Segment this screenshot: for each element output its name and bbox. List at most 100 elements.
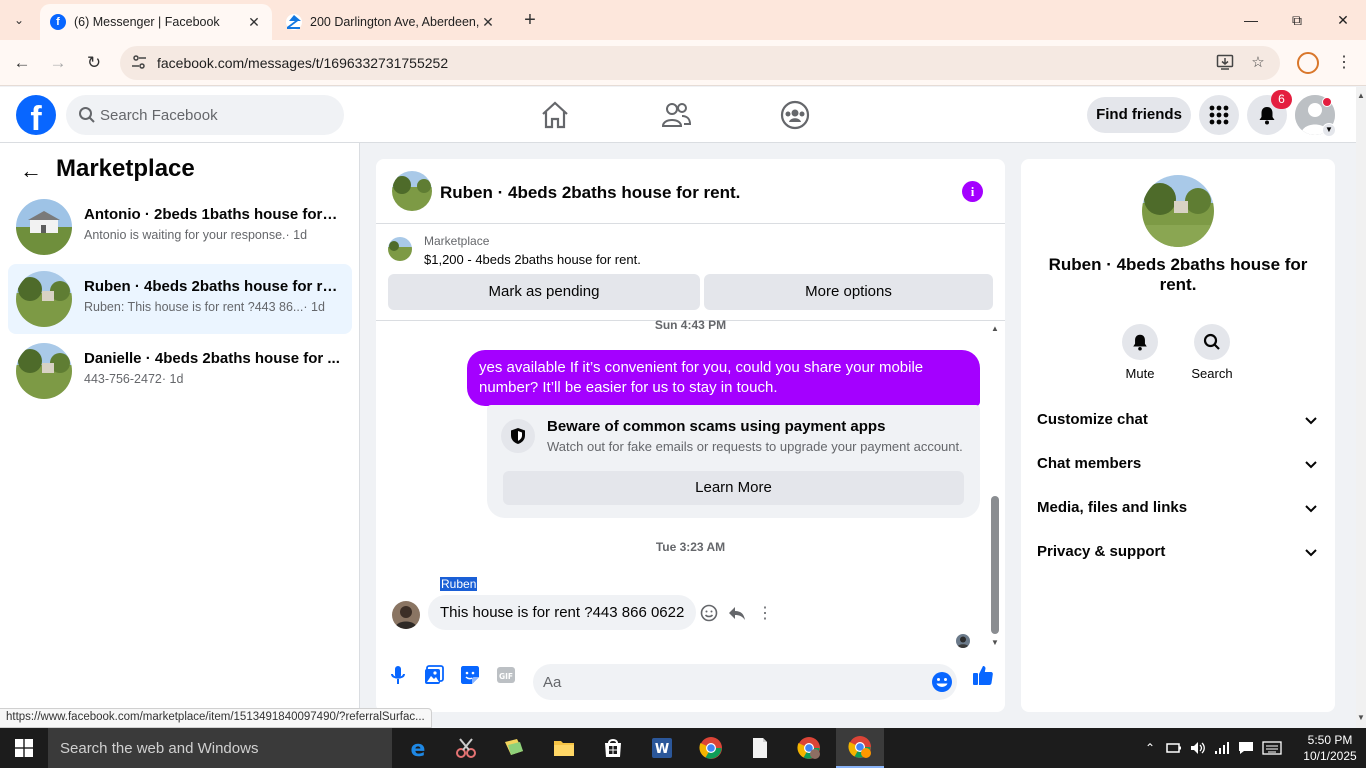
- close-tab-icon[interactable]: ✕: [246, 14, 262, 31]
- edge-icon[interactable]: e: [394, 728, 442, 768]
- page-scrollbar[interactable]: ▲ ▼: [1356, 87, 1366, 728]
- windows-start-icon[interactable]: [0, 728, 48, 768]
- bell-icon: [1122, 324, 1158, 360]
- action-center-icon[interactable]: [1236, 738, 1256, 758]
- scam-warning-card: Beware of common scams using payment app…: [487, 405, 980, 518]
- more-options-button[interactable]: More options: [704, 274, 993, 310]
- chat-avatar[interactable]: [392, 171, 432, 211]
- new-tab-button[interactable]: +: [518, 9, 542, 31]
- scroll-up-arrow-icon[interactable]: ▲: [989, 324, 1001, 334]
- tab-messenger[interactable]: f (6) Messenger | Facebook ✕: [40, 4, 272, 40]
- taskbar-search-input[interactable]: [60, 728, 380, 768]
- find-friends-button[interactable]: Find friends: [1087, 97, 1191, 133]
- reload-button[interactable]: ↻: [82, 51, 106, 75]
- sticker-icon[interactable]: [458, 663, 482, 687]
- menu-grid-button[interactable]: [1199, 95, 1239, 135]
- microphone-icon[interactable]: [386, 663, 410, 687]
- scroll-down-arrow-icon[interactable]: ▼: [1357, 713, 1365, 722]
- snipping-tool-icon[interactable]: [442, 728, 490, 768]
- sticky-notes-icon[interactable]: [490, 728, 538, 768]
- chevron-down-icon: [1305, 549, 1317, 557]
- back-button[interactable]: ←: [10, 51, 34, 75]
- file-explorer-icon[interactable]: [540, 728, 588, 768]
- conversation-item[interactable]: Danielle · 4beds 2baths house for ... 44…: [8, 336, 352, 406]
- chevron-down-icon[interactable]: ▼: [1322, 123, 1336, 137]
- gif-icon[interactable]: GIF: [494, 663, 518, 687]
- listing-price-title[interactable]: $1,200 - 4beds 2baths house for rent.: [424, 252, 641, 267]
- conversation-item[interactable]: Ruben · 4beds 2baths house for re... Rub…: [8, 264, 352, 334]
- incoming-message[interactable]: This house is for rent ?443 866 0622: [428, 595, 697, 630]
- forward-button[interactable]: →: [46, 51, 70, 75]
- home-icon[interactable]: [539, 99, 571, 131]
- address-bar[interactable]: facebook.com/messages/t/1696332731755252…: [120, 46, 1280, 80]
- mute-button[interactable]: Mute: [1110, 324, 1170, 381]
- info-icon[interactable]: i: [962, 181, 983, 202]
- close-window-button[interactable]: ✕: [1320, 8, 1366, 32]
- groups-icon[interactable]: [779, 99, 811, 131]
- more-actions-icon[interactable]: ⋮: [754, 602, 776, 624]
- media-files-links-section[interactable]: Media, files and links: [1029, 486, 1327, 530]
- learn-more-button[interactable]: Learn More: [503, 471, 964, 505]
- chrome-profile-icon[interactable]: [785, 728, 833, 768]
- scroll-down-arrow-icon[interactable]: ▼: [989, 638, 1001, 648]
- privacy-support-section[interactable]: Privacy & support: [1029, 530, 1327, 574]
- tab-search-button[interactable]: ⌄: [8, 9, 30, 31]
- bookmark-star-icon[interactable]: ☆: [1248, 53, 1268, 73]
- message-input-box[interactable]: [533, 664, 957, 700]
- show-hidden-icons-icon[interactable]: ⌃: [1140, 738, 1160, 758]
- seen-receipt-avatar: [956, 634, 970, 648]
- sender-name: Ruben: [440, 577, 478, 591]
- outgoing-message[interactable]: yes available If it’s convenient for you…: [467, 350, 980, 406]
- sender-avatar[interactable]: [392, 601, 420, 629]
- react-smiley-icon[interactable]: [698, 602, 720, 624]
- tab-zillow[interactable]: 200 Darlington Ave, Aberdeen, ✕: [276, 4, 506, 40]
- chat-title[interactable]: Ruben · 4beds 2baths house for rent.: [440, 183, 740, 203]
- mark-as-pending-button[interactable]: Mark as pending: [388, 274, 700, 310]
- minimize-button[interactable]: —: [1228, 8, 1274, 32]
- taskbar-search[interactable]: [48, 728, 392, 768]
- reply-icon[interactable]: [726, 602, 748, 624]
- listing-avatar-large[interactable]: [1142, 175, 1214, 247]
- facebook-search[interactable]: [66, 95, 344, 135]
- photo-icon[interactable]: [422, 663, 446, 687]
- restore-button[interactable]: ⧉: [1274, 8, 1320, 32]
- notepad-icon[interactable]: [736, 728, 784, 768]
- battery-icon[interactable]: [1164, 738, 1184, 758]
- word-icon[interactable]: W: [638, 728, 686, 768]
- conversation-preview: 443-756-2472· 1d: [84, 372, 184, 386]
- back-arrow-icon[interactable]: ←: [20, 159, 44, 183]
- notification-badge: 6: [1271, 90, 1292, 109]
- site-info-icon[interactable]: [130, 54, 148, 72]
- section-label: Customize chat: [1037, 411, 1148, 428]
- chat-scrollbar[interactable]: ▲ ▼: [989, 324, 1001, 650]
- network-icon[interactable]: [1212, 738, 1232, 758]
- tab-title: 200 Darlington Ave, Aberdeen,: [310, 15, 480, 29]
- svg-text:e: e: [411, 737, 426, 760]
- volume-icon[interactable]: [1188, 738, 1208, 758]
- scam-warning-title: Beware of common scams using payment app…: [547, 418, 886, 435]
- system-clock[interactable]: 5:50 PM 10/1/2025: [1300, 732, 1360, 764]
- emoji-icon[interactable]: [931, 671, 953, 693]
- browser-profile-icon[interactable]: [1297, 52, 1319, 74]
- grid-icon: [1209, 105, 1229, 125]
- customize-chat-section[interactable]: Customize chat: [1029, 398, 1327, 442]
- scroll-thumb[interactable]: [991, 496, 999, 634]
- zillow-favicon-icon: [286, 14, 302, 30]
- chat-members-section[interactable]: Chat members: [1029, 442, 1327, 486]
- keyboard-icon[interactable]: [1262, 738, 1282, 758]
- message-input[interactable]: [543, 664, 913, 700]
- facebook-logo-icon[interactable]: f: [16, 95, 56, 135]
- install-app-icon[interactable]: [1215, 53, 1235, 73]
- search-in-conversation-button[interactable]: Search: [1182, 324, 1242, 381]
- chrome-icon[interactable]: [687, 728, 735, 768]
- close-tab-icon[interactable]: ✕: [480, 14, 496, 31]
- store-icon[interactable]: [589, 728, 637, 768]
- scroll-up-arrow-icon[interactable]: ▲: [1357, 91, 1365, 100]
- chrome-active-icon[interactable]: [836, 728, 884, 768]
- friends-icon[interactable]: [660, 99, 692, 131]
- browser-menu-icon[interactable]: ⋮: [1334, 52, 1354, 74]
- clock-date: 10/1/2025: [1303, 749, 1357, 763]
- thumbs-up-icon[interactable]: [971, 663, 995, 687]
- conversation-item[interactable]: Antonio · 2beds 1baths house for r... An…: [8, 192, 352, 262]
- search-input[interactable]: [100, 95, 330, 135]
